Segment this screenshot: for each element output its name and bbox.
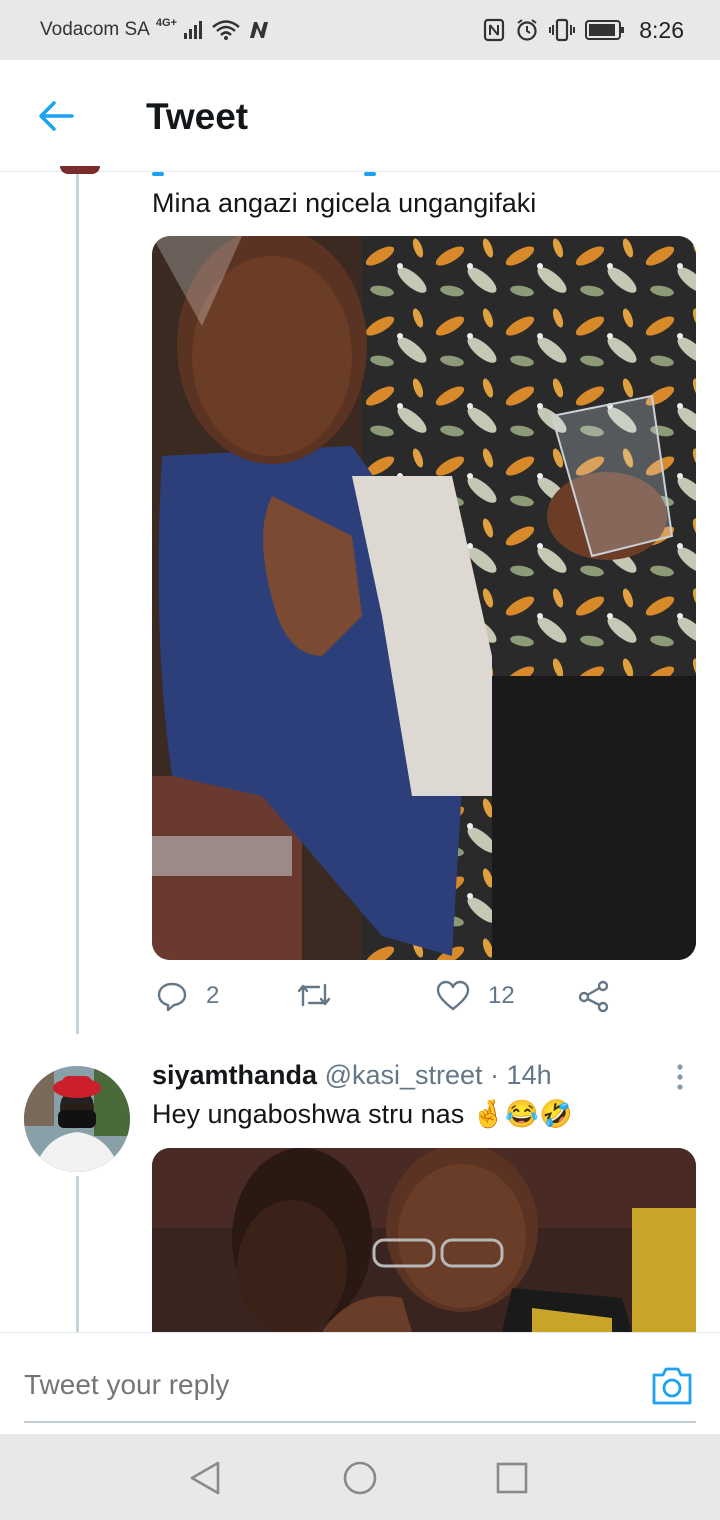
retweet-action[interactable]: [296, 980, 350, 1010]
camera-icon: [652, 1367, 692, 1405]
reply-underline: [24, 1421, 696, 1423]
thread-line-2: [76, 1176, 79, 1332]
app-bar: Tweet: [0, 60, 720, 172]
tweet-actions: 2 12: [152, 980, 696, 1024]
status-right: 8:26: [483, 17, 684, 44]
status-left: Vodacom SA 4G+: [40, 17, 483, 41]
more-options-button[interactable]: [668, 1062, 692, 1092]
user-handle[interactable]: @kasi_street: [325, 1060, 483, 1090]
display-name[interactable]: siyamthanda: [152, 1060, 317, 1090]
tweet-time: 14h: [506, 1060, 552, 1090]
more-vertical-icon: [677, 1064, 683, 1090]
reply-count: 2: [206, 982, 220, 1009]
share-action[interactable]: [578, 980, 610, 1012]
back-button[interactable]: [36, 96, 76, 136]
retweet-icon: [297, 983, 331, 1007]
triangle-back-icon: [190, 1461, 220, 1495]
network-type: 4G+: [155, 17, 177, 29]
reply-bar: [0, 1332, 720, 1434]
carrier-label: Vodacom SA: [40, 19, 150, 40]
tweet-photo[interactable]: [152, 236, 696, 960]
meta-separator: ·: [482, 1060, 507, 1090]
clock: 8:26: [639, 16, 684, 43]
tweet-header: siyamthanda @kasi_street · 14h: [152, 1060, 552, 1091]
arrow-left-icon: [39, 101, 74, 131]
vibrate-icon: [549, 18, 576, 42]
avatar-image: [24, 1066, 130, 1172]
reply-input[interactable]: [24, 1369, 584, 1401]
reply-action[interactable]: 2: [156, 980, 219, 1012]
reply-photo-image: [152, 1148, 696, 1332]
photo-image: [152, 236, 696, 960]
n-app-icon: [247, 20, 271, 40]
nfc-icon: [483, 18, 505, 42]
square-recents-icon: [496, 1462, 528, 1494]
camera-button[interactable]: [650, 1365, 694, 1407]
heart-icon: [436, 980, 470, 1011]
avatar[interactable]: [24, 1066, 130, 1172]
like-action[interactable]: 12: [436, 980, 515, 1012]
battery-icon: [585, 19, 625, 41]
reply-tweet-body: Hey ungaboshwa stru nas: [152, 1099, 465, 1129]
signal-icon: [183, 20, 205, 40]
nav-back-button[interactable]: [186, 1458, 226, 1498]
alarm-icon: [515, 18, 539, 42]
like-count: 12: [488, 982, 515, 1009]
tweet-text: Mina angazi ngicela ungangifaki: [152, 188, 537, 218]
share-icon: [578, 980, 609, 1012]
wifi-icon: [211, 19, 241, 41]
parent-handle-edge: [152, 172, 382, 176]
parent-avatar-edge: [60, 166, 100, 174]
reply-icon: [157, 982, 187, 1012]
reply-tweet-photo[interactable]: [152, 1148, 696, 1332]
reply-tweet-text: Hey ungaboshwa stru nas 🤞😂🤣: [152, 1098, 573, 1130]
emoji-group: 🤞😂🤣: [471, 1099, 573, 1129]
circle-home-icon: [343, 1461, 377, 1495]
system-nav-bar: [0, 1434, 720, 1520]
nav-home-button[interactable]: [340, 1458, 380, 1498]
page-title: Tweet: [146, 96, 249, 137]
nav-recents-button[interactable]: [492, 1458, 532, 1498]
thread-line: [76, 172, 79, 1034]
status-bar: Vodacom SA 4G+ 8:26: [0, 0, 720, 60]
